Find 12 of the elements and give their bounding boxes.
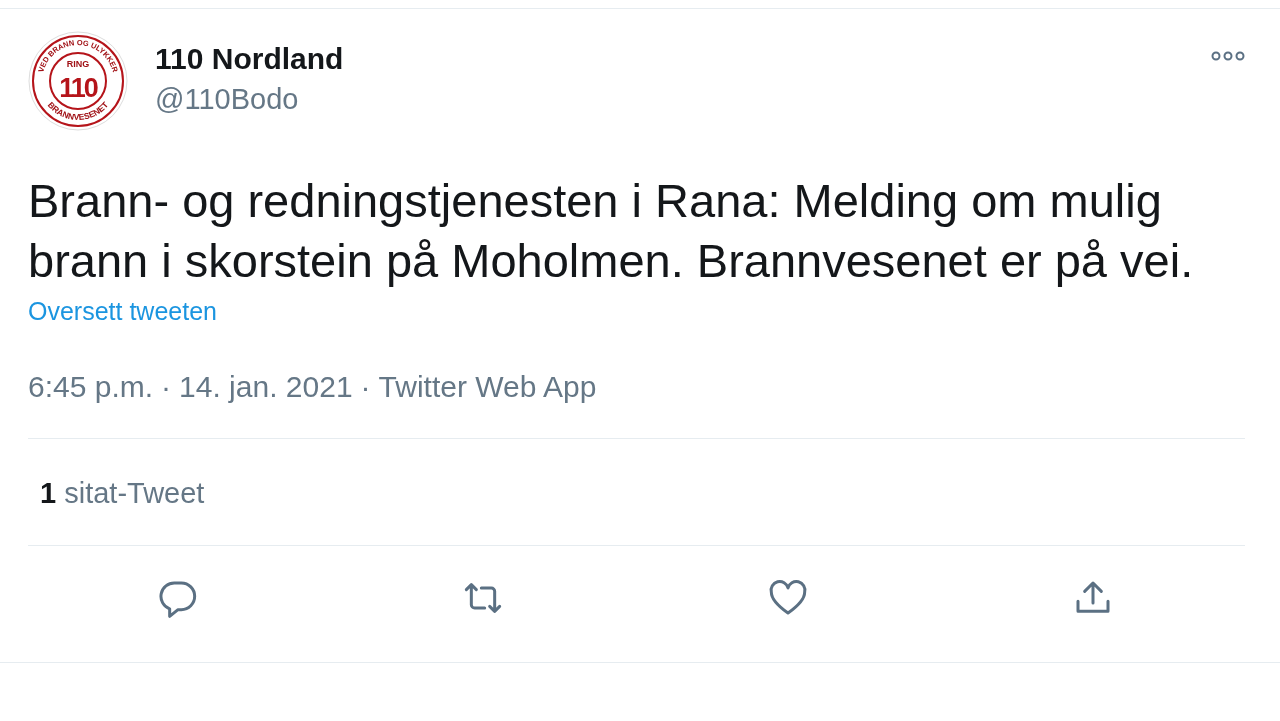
author-name[interactable]: 110 Nordland bbox=[155, 41, 1211, 77]
tweet-source[interactable]: Twitter Web App bbox=[378, 370, 597, 404]
separator-dot: · bbox=[360, 370, 371, 404]
author-handle[interactable]: @110Bodo bbox=[155, 81, 1211, 117]
more-icon[interactable] bbox=[1211, 51, 1245, 61]
separator-dot: · bbox=[161, 370, 172, 404]
translate-link[interactable]: Oversett tweeten bbox=[28, 297, 217, 326]
reply-icon[interactable] bbox=[158, 578, 198, 618]
tweet-date[interactable]: 14. jan. 2021 bbox=[179, 370, 353, 404]
quote-tweets-link[interactable]: 1 sitat-Tweet bbox=[40, 477, 205, 509]
tweet-text: Brann- og redningstjenesten i Rana: Melding om mulig brann i skorstein på Moholmen. Brannvesenet er på vei. bbox=[28, 173, 1195, 289]
tweet-time: 6:45 p.m. bbox=[28, 370, 154, 404]
